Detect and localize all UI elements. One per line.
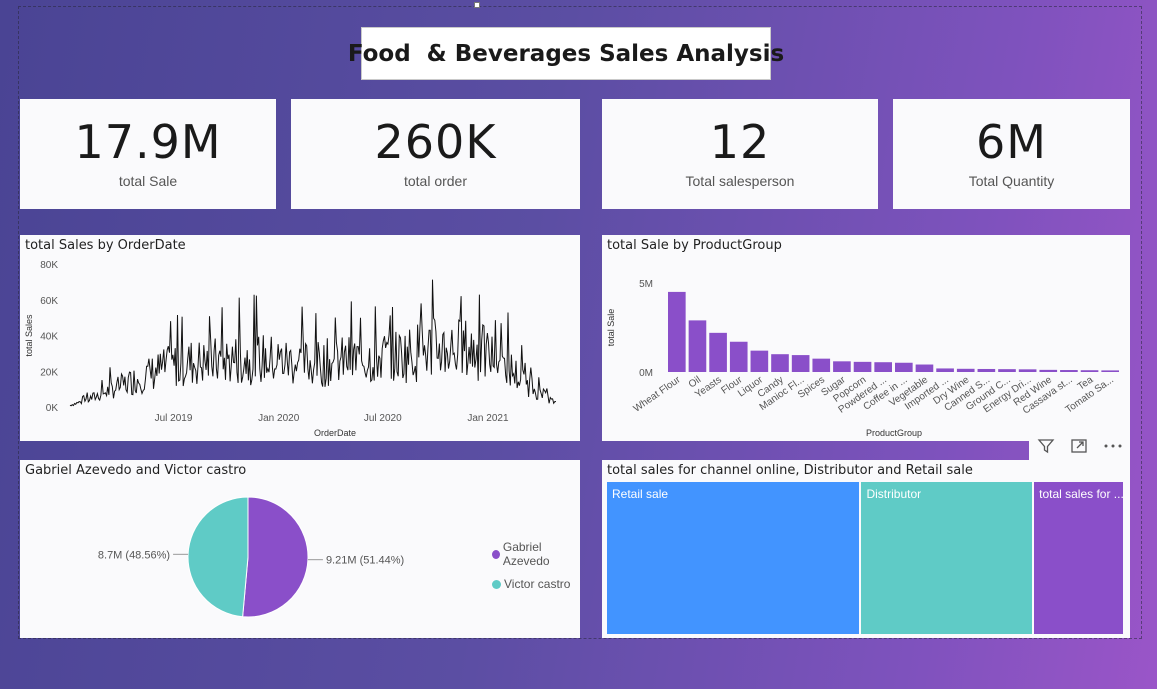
y-tick-label: 60K [40,296,58,307]
legend-marker [492,579,501,589]
x-tick-label: Jul 2019 [155,413,193,424]
focus-mode-icon[interactable] [1065,434,1093,458]
y-tick-label: 80K [40,260,58,271]
bar [1060,370,1078,372]
kpi-value: 17.9M [74,115,222,169]
pie-slice [242,496,309,618]
bar-chart-panel[interactable]: total Sale by ProductGroup 5M 0M total Sal… [602,235,1130,441]
pie-chart-svg: 9.21M (51.44%) 8.7M (48.56%) [98,496,404,618]
legend-item-victor[interactable]: Victor castro [492,577,580,591]
bar [977,368,996,372]
bar [1101,370,1119,372]
bar [874,362,892,372]
bar [936,368,954,372]
line-series [69,279,557,407]
treemap-cell[interactable]: total sales for ... [1034,482,1123,634]
y-tick-label: 20K [40,367,58,378]
more-options-icon[interactable] [1099,434,1127,458]
x-tick-label: Jul 2020 [364,413,402,424]
kpi-card-total-salesperson[interactable]: 12 Total salesperson [602,99,878,209]
y-axis-label: total Sales [24,314,34,357]
bar [729,341,748,372]
bar [1039,369,1058,372]
kpi-label: Total Quantity [968,173,1055,189]
bar [895,362,913,372]
bar [833,361,851,372]
kpi-label: total order [403,173,468,189]
report-title: Food & Beverages Sales Analysis [348,27,784,80]
bar [771,354,789,372]
kpi-label: total Sale [118,173,178,189]
bar [853,361,872,372]
x-axis-label: OrderDate [314,428,356,438]
treemap-area: Retail sale Distributor total sales for ..… [607,482,1125,634]
kpi-value: 6M [976,115,1047,169]
x-tick-label: Jan 2020 [258,413,300,424]
bar [1080,370,1099,372]
chart-title: total sales for channel online, Distribu… [607,463,973,478]
kpi-card-total-sale[interactable]: 17.9M total Sale [20,99,276,209]
kpi-label: Total salesperson [685,173,795,189]
resize-handle[interactable] [474,2,480,8]
legend-label: Victor castro [504,577,571,591]
bar [668,291,686,372]
legend-marker [492,549,500,559]
y-tick-label: 40K [40,332,58,343]
bar [1018,369,1037,372]
bar-chart-svg: 5M0Mtotal SaleProductGroupWheat Flour Oil… [606,279,1119,438]
treemap-cell[interactable]: Distributor [861,482,1033,634]
kpi-value: 12 [709,115,771,169]
filter-icon[interactable] [1032,434,1060,458]
pie-data-label: 8.7M (48.56%) [98,549,170,561]
visual-header-toolbar [1029,431,1130,460]
legend-label: Gabriel Azevedo [502,540,550,568]
y-axis-label: total Sale [606,309,616,347]
pie-slice [187,496,249,618]
line-chart-svg: 0K 20K 40K 60K 80K Jul 2019 Jan 2020 Jul 2020 Ja… [24,260,557,438]
y-tick-label: 0K [46,403,59,414]
bar [709,332,727,372]
x-axis-label: ProductGroup [866,428,922,438]
bar [998,369,1016,372]
bar [750,350,769,372]
bar [915,364,934,372]
kpi-card-total-order[interactable]: 260K total order [291,99,580,209]
y-tick-label: 5M [639,279,653,290]
treemap-cell[interactable]: Retail sale [607,482,860,634]
treemap-panel[interactable]: total sales for channel online, Distribu… [602,460,1130,638]
kpi-value: 260K [374,115,497,169]
legend-item-gabriel[interactable]: Gabriel Azevedo [492,540,580,568]
y-tick-label: 0M [639,368,653,379]
x-tick-label: Jan 2021 [467,413,509,424]
bar [791,355,810,372]
pie-data-label: 9.21M (51.44%) [326,555,404,567]
x-tick-label: Wheat Flour [632,374,683,415]
bar [956,368,975,372]
bar [812,358,831,372]
kpi-card-total-quantity[interactable]: 6M Total Quantity [893,99,1130,209]
pie-legend: Gabriel Azevedo Victor castro [492,540,580,600]
pie-chart-panel[interactable]: Gabriel Azevedo and Victor castro 9.21M … [20,460,580,638]
line-chart-panel[interactable]: total Sales by OrderDate 0K 20K 40K 60K 80K J… [20,235,580,441]
bar [688,320,707,372]
